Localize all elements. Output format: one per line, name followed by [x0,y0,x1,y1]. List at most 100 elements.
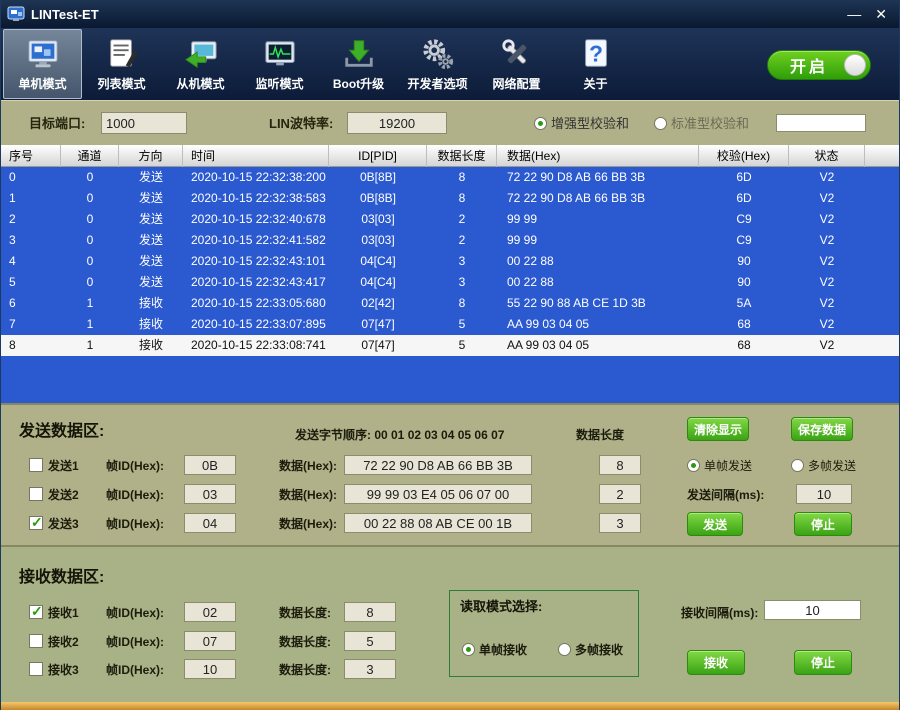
receive-stop-button[interactable]: 停止 [794,650,852,675]
toolbar-item-boot-upgrade[interactable]: Boot升级 [319,29,398,99]
receive3-id-input[interactable] [184,659,236,679]
cell: 2020-10-15 22:32:38:583 [183,188,329,209]
baud-rate-input[interactable] [347,112,447,134]
column-header[interactable]: 数据(Hex) [497,145,699,167]
toolbar-item-label: 单机模式 [18,75,66,92]
cell: 07[47] [329,314,427,335]
receive2-checkbox[interactable] [29,634,43,648]
toolbar-item-list-mode[interactable]: 列表模式 [82,29,161,99]
toolbar-item-listen-mode[interactable]: 监听模式 [240,29,319,99]
toolbar-item-slave-mode[interactable]: 从机模式 [161,29,240,99]
send2-id-input[interactable] [184,484,236,504]
toolbar-item-label: 从机模式 [176,75,224,92]
cell: V2 [789,293,865,314]
send-panel-title: 发送数据区: [19,417,104,441]
send3-data-input[interactable] [344,513,532,533]
column-header[interactable]: 通道 [61,145,119,167]
single-send-radio[interactable] [687,459,700,472]
power-toggle-button[interactable]: 开启 [767,50,871,80]
cell: 68 [699,314,789,335]
multi-receive-radio[interactable] [558,643,571,656]
receive1-id-input[interactable] [184,602,236,622]
cell: 接收 [119,293,183,314]
send-button[interactable]: 发送 [687,512,743,536]
receive2-id-input[interactable] [184,631,236,651]
frame-id-label: 帧ID(Hex): [106,515,164,533]
settings-extra-input[interactable] [776,114,866,132]
cell: 6 [1,293,61,314]
svg-text:?: ? [589,41,603,67]
toolbar-items: 单机模式列表模式从机模式监听模式Boot升级开发者选项网络配置?关于 [3,28,635,99]
save-data-button[interactable]: 保存数据 [791,417,853,441]
toolbar-item-about[interactable]: ?关于 [556,29,635,99]
toolbar-item-developer-options[interactable]: 开发者选项 [398,29,477,99]
frame-id-label: 帧ID(Hex): [106,604,164,622]
send3-id-input[interactable] [184,513,236,533]
receive-button[interactable]: 接收 [687,650,745,675]
column-header[interactable]: 方向 [119,145,183,167]
receive1-length-input[interactable] [344,602,396,622]
cell: 发送 [119,251,183,272]
receive1-checkbox[interactable] [29,605,43,619]
receive-interval-input[interactable] [764,600,861,620]
column-header[interactable]: 时间 [183,145,329,167]
table-row[interactable]: 00发送2020-10-15 22:32:38:2000B[8B]872 22 … [1,167,899,188]
send2-checkbox[interactable] [29,487,43,501]
receive3-length-input[interactable] [344,659,396,679]
minimize-button[interactable]: — [847,4,861,24]
cell: 6D [699,167,789,188]
column-header[interactable]: 校验(Hex) [699,145,789,167]
standard-checksum-radio[interactable] [654,117,667,130]
cell: 接收 [119,335,183,356]
column-header[interactable]: ID[PID] [329,145,427,167]
send1-data-input[interactable] [344,455,532,475]
power-toggle-label: 开启 [790,53,828,77]
receive3-checkbox[interactable] [29,662,43,676]
cell: 2020-10-15 22:33:07:895 [183,314,329,335]
window-title: LINTest-ET [31,7,99,22]
table-row[interactable]: 71接收2020-10-15 22:33:07:89507[47]5AA 99 … [1,314,899,335]
send2-data-input[interactable] [344,484,532,504]
app-window: LINTest-ET — ✕ 单机模式列表模式从机模式监听模式Boot升级开发者… [0,0,900,710]
send-interval-input[interactable] [796,484,852,504]
single-receive-radio[interactable] [462,643,475,656]
send1-id-input[interactable] [184,455,236,475]
column-header[interactable]: 状态 [789,145,865,167]
cell: 68 [699,335,789,356]
cell: 3 [427,251,497,272]
send3-checkbox[interactable] [29,516,43,530]
cell: 0 [1,167,61,188]
send2-length-input[interactable] [599,484,641,504]
receive-panel-title: 接收数据区: [19,563,104,587]
cell: 55 22 90 88 AB CE 1D 3B [497,293,699,314]
table-row[interactable]: 40发送2020-10-15 22:32:43:10104[C4]300 22 … [1,251,899,272]
table-row[interactable]: 50发送2020-10-15 22:32:43:41704[C4]300 22 … [1,272,899,293]
table-row[interactable]: 20发送2020-10-15 22:32:40:67803[03]299 99C… [1,209,899,230]
clear-display-button[interactable]: 清除显示 [687,417,749,441]
cell: 03[03] [329,230,427,251]
table-row[interactable]: 30发送2020-10-15 22:32:41:58203[03]299 99C… [1,230,899,251]
column-header[interactable]: 数据长度 [427,145,497,167]
toolbar-item-network-config[interactable]: 网络配置 [477,29,556,99]
send1-length-input[interactable] [599,455,641,475]
cell: 8 [427,293,497,314]
cell: V2 [789,230,865,251]
enhanced-checksum-radio[interactable] [534,117,547,130]
cell: V2 [789,251,865,272]
send1-checkbox[interactable] [29,458,43,472]
send3-length-input[interactable] [599,513,641,533]
close-button[interactable]: ✕ [875,4,887,24]
cell: 1 [61,314,119,335]
send-stop-button[interactable]: 停止 [794,512,852,536]
toolbar-item-standalone-mode[interactable]: 单机模式 [3,29,82,99]
cell: 7 [1,314,61,335]
table-row[interactable]: 10发送2020-10-15 22:32:38:5830B[8B]872 22 … [1,188,899,209]
target-port-input[interactable] [101,112,187,134]
receive2-length-input[interactable] [344,631,396,651]
column-header[interactable]: 序号 [1,145,61,167]
table-row-selected[interactable]: 81接收2020-10-15 22:33:08:74107[47]5AA 99 … [1,335,899,356]
cell: 发送 [119,230,183,251]
multi-send-radio[interactable] [791,459,804,472]
cell: 发送 [119,209,183,230]
table-row[interactable]: 61接收2020-10-15 22:33:05:68002[42]855 22 … [1,293,899,314]
